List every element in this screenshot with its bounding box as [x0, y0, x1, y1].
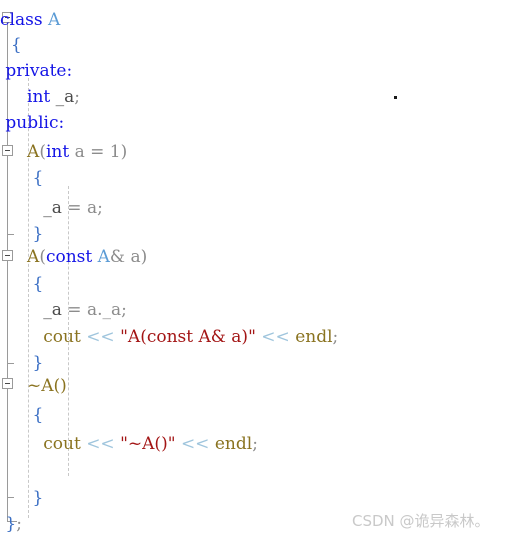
line-copy-ctor-sig[interactable]: A(const A& a) — [0, 245, 520, 271]
code-token: } — [5, 514, 17, 534]
code-token: A — [27, 142, 40, 162]
line-blank[interactable] — [0, 462, 520, 488]
code-content[interactable]: class A { private: int _a; public: A(int… — [0, 0, 520, 541]
line-dtor-cout[interactable]: cout << "~A()" << endl; — [0, 432, 520, 458]
line-copy-cout[interactable]: cout << "A(const A& a)" << endl; — [0, 325, 520, 351]
code-token: endl — [214, 434, 253, 454]
code-token: A — [97, 247, 110, 267]
code-token: a; — [86, 198, 103, 218]
code-token: { — [10, 35, 22, 55]
code-editor[interactable]: class A { private: int _a; public: A(int… — [0, 0, 520, 541]
code-token: _a — [43, 198, 62, 218]
code-token: { — [32, 168, 44, 188]
code-token: cout — [43, 434, 81, 454]
code-token: } — [32, 224, 44, 244]
code-token: } — [32, 488, 44, 508]
line-dtor-close[interactable]: } — [0, 486, 520, 512]
code-token: public — [5, 113, 59, 133]
line-ctor-sig[interactable]: A(int a = 1) — [0, 140, 520, 166]
line-ctor-close[interactable]: } — [0, 222, 520, 248]
code-token: ; — [74, 87, 81, 107]
code-token: << — [86, 327, 115, 347]
line-copy-ctor-close[interactable]: } — [0, 351, 520, 377]
line-ctor-open[interactable]: { — [0, 166, 520, 192]
code-token: & a) — [109, 247, 148, 267]
line-dtor-sig[interactable]: ~A() — [0, 374, 520, 400]
code-token: a = 1) — [69, 142, 128, 162]
code-token: { — [32, 405, 44, 425]
watermark-label: CSDN @诡异森林。 — [352, 512, 490, 530]
code-token: int — [45, 142, 70, 162]
code-token: << — [86, 434, 115, 454]
code-token: "A(const A& a)" — [120, 327, 256, 347]
code-token: = — [61, 198, 87, 218]
line-class-decl[interactable]: class A — [0, 8, 520, 34]
line-private[interactable]: private: — [0, 59, 520, 85]
code-token: const — [45, 247, 93, 267]
code-token: ( — [39, 142, 46, 162]
code-token: ~A() — [27, 376, 67, 396]
code-token: A — [47, 10, 61, 30]
caret-marker — [394, 96, 397, 99]
code-token: cout — [43, 327, 81, 347]
code-token: ; — [332, 327, 339, 347]
code-token: : — [58, 113, 65, 133]
line-member-a[interactable]: int _a; — [0, 85, 520, 111]
code-token: ; — [16, 514, 22, 534]
code-token: a._a; — [86, 300, 127, 320]
code-token: { — [32, 274, 44, 294]
code-token: _a — [55, 87, 75, 107]
code-token: << — [261, 327, 290, 347]
code-token: A — [27, 247, 40, 267]
line-dtor-open[interactable]: { — [0, 403, 520, 429]
code-token: : — [66, 61, 73, 81]
code-token: ; — [252, 434, 258, 454]
line-class-open-brace[interactable]: { — [0, 33, 520, 59]
line-ctor-assign[interactable]: _a = a; — [0, 196, 520, 222]
code-token: = — [61, 300, 87, 320]
line-copy-ctor-open[interactable]: { — [0, 272, 520, 298]
code-token: << — [180, 434, 210, 454]
code-token: private — [5, 61, 67, 81]
code-token: } — [32, 353, 44, 373]
code-token: class — [0, 10, 43, 30]
code-token: ( — [39, 247, 46, 267]
code-token: endl — [295, 327, 333, 347]
line-copy-assign[interactable]: _a = a._a; — [0, 298, 520, 324]
code-token: int — [27, 87, 51, 107]
code-token: "~A()" — [120, 434, 176, 454]
code-token: _a — [43, 300, 62, 320]
line-public[interactable]: public: — [0, 111, 520, 137]
